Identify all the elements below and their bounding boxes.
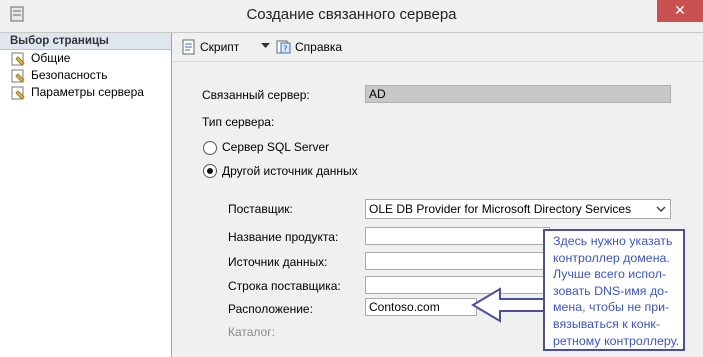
sidebar-item-label: Общие — [31, 51, 71, 65]
catalog-label: Каталог: — [228, 325, 275, 339]
location-label: Расположение: — [228, 302, 313, 316]
page-wrench-icon — [11, 69, 25, 83]
sidebar-item-server-options[interactable]: Параметры сервера — [0, 84, 171, 101]
help-label: Справка — [295, 40, 343, 54]
provider-select-value: OLE DB Provider for Microsoft Directory … — [369, 202, 632, 216]
annotation-callout: Здесь нужно указать контроллер домена. Л… — [543, 229, 685, 351]
annotation-arrow — [471, 287, 546, 323]
script-button[interactable]: Скрипт — [181, 39, 239, 55]
product-name-field[interactable] — [365, 227, 550, 245]
title-bar: Создание связанного сервера ✕ — [0, 0, 703, 33]
provider-select[interactable]: OLE DB Provider for Microsoft Directory … — [365, 199, 671, 219]
sidebar-item-label: Безопасность — [31, 68, 108, 82]
page-wrench-icon — [11, 86, 25, 100]
script-icon — [182, 39, 195, 55]
chevron-down-icon — [656, 206, 666, 213]
annotation-line: вязываться к конк- — [553, 316, 660, 331]
page-selector-sidebar: Выбор страницы Общие Безопасность Параме… — [0, 33, 172, 357]
provider-label: Поставщик: — [228, 202, 293, 216]
sidebar-header: Выбор страницы — [0, 33, 171, 50]
radio-sql-server-label[interactable]: Сервер SQL Server — [222, 140, 329, 154]
radio-selected-dot — [207, 168, 213, 174]
sidebar-item-general[interactable]: Общие — [0, 50, 171, 67]
annotation-line: Здесь нужно указать — [553, 234, 673, 248]
linked-server-field[interactable]: AD — [365, 85, 671, 103]
annotation-line: зовать DNS-имя до- — [553, 283, 669, 298]
annotation-line: контроллер домена. — [553, 250, 670, 265]
annotation-line: ретному контроллеру. — [553, 333, 680, 348]
product-name-label: Название продукта: — [228, 230, 339, 244]
annotation-line: мена, чтобы не при- — [553, 300, 670, 315]
script-label: Скрипт — [200, 40, 240, 54]
data-source-field[interactable] — [365, 252, 550, 270]
close-button[interactable]: ✕ — [657, 0, 703, 22]
toolbar: Скрипт ? Справка — [172, 33, 703, 62]
radio-other-data-source-label[interactable]: Другой источник данных — [222, 164, 358, 178]
sidebar-item-security[interactable]: Безопасность — [0, 67, 171, 84]
data-source-label: Источник данных: — [228, 255, 328, 269]
annotation-line: Лучше всего испол- — [553, 267, 667, 282]
sidebar-item-label: Параметры сервера — [31, 85, 144, 99]
provider-string-label: Строка поставщика: — [228, 279, 341, 293]
server-type-label: Тип сервера: — [202, 115, 275, 129]
svg-text:?: ? — [283, 45, 287, 54]
location-field[interactable]: Contoso.com — [365, 298, 477, 316]
radio-other-data-source[interactable] — [203, 164, 217, 178]
help-icon: ? — [276, 40, 291, 54]
linked-server-label: Связанный сервер: — [202, 88, 310, 102]
window-title: Создание связанного сервера — [246, 6, 457, 23]
help-button[interactable]: ? Справка — [276, 39, 342, 55]
radio-sql-server[interactable] — [203, 141, 217, 155]
page-wrench-icon — [11, 52, 25, 66]
chevron-down-icon[interactable] — [261, 43, 270, 49]
